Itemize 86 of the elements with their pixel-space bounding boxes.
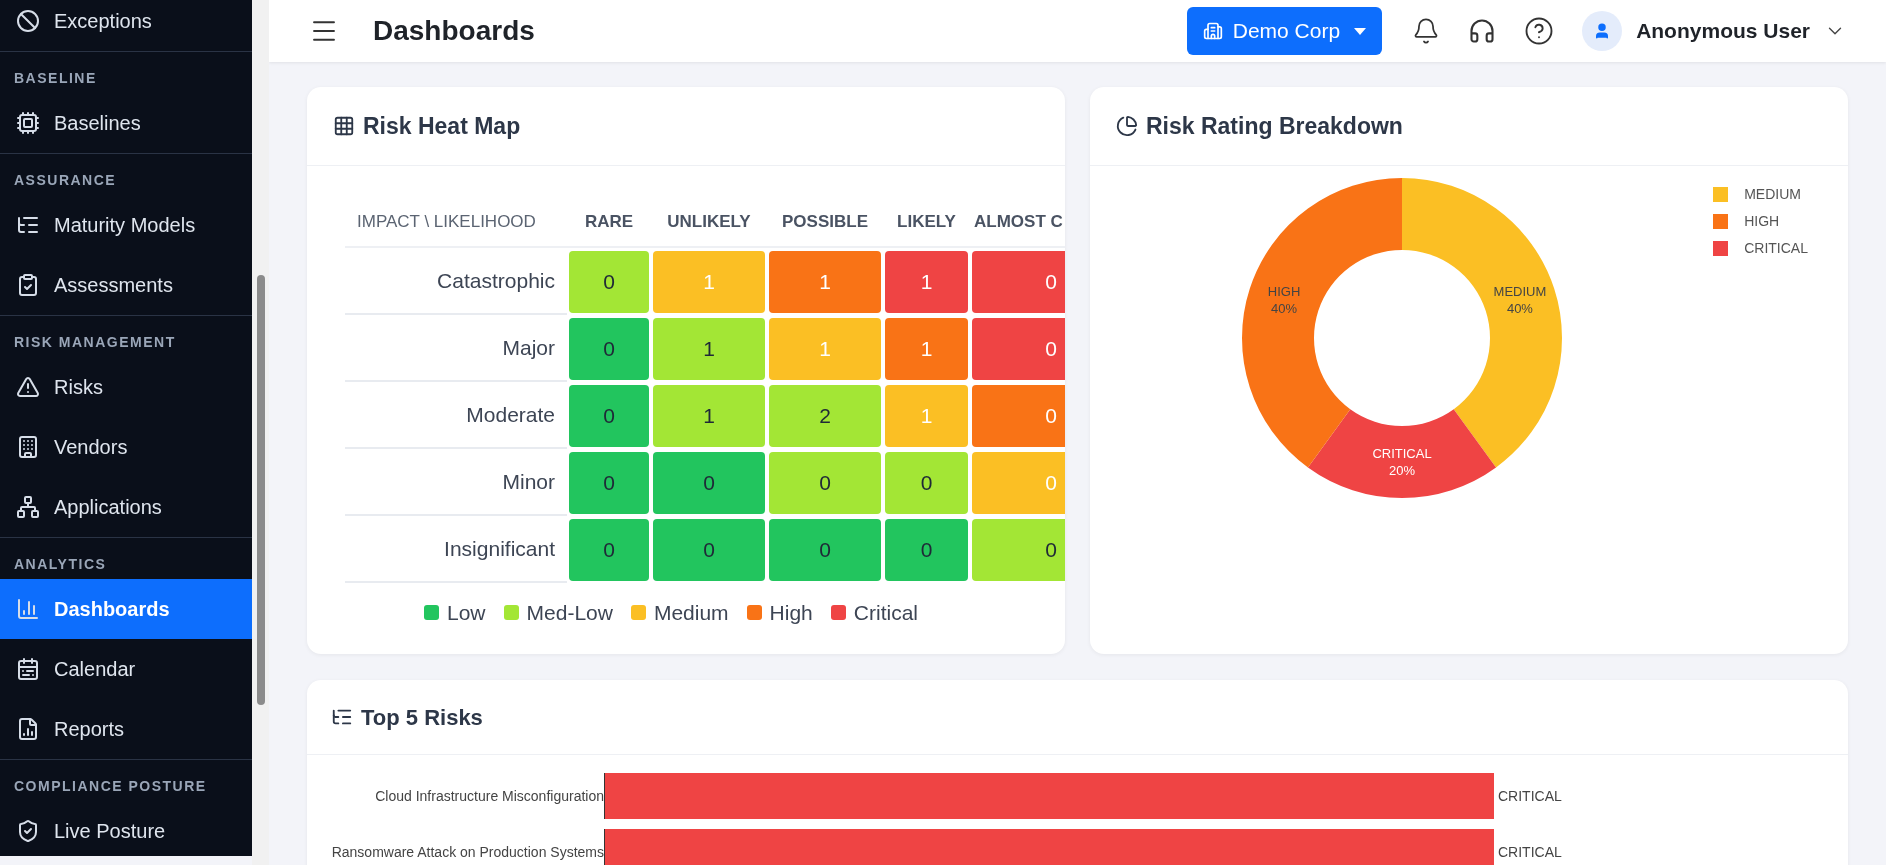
- section-heading: RISK MANAGEMENT: [13, 333, 177, 352]
- legend-label: High: [769, 600, 813, 626]
- clipboard-icon: [16, 273, 40, 297]
- heat-map-cell[interactable]: 0: [972, 250, 1065, 313]
- section-heading: ASSURANCE: [13, 171, 118, 190]
- sidebar-item[interactable]: Baselines: [0, 93, 252, 153]
- sidebar-item[interactable]: Calendar: [0, 639, 252, 699]
- shield-icon: [16, 819, 40, 843]
- heat-map-cell[interactable]: 0: [569, 317, 649, 380]
- sidebar-item[interactable]: Reports: [0, 699, 252, 759]
- help-icon[interactable]: [1524, 16, 1555, 46]
- calendar-icon: [16, 657, 40, 681]
- column-header: UNLIKELY: [666, 210, 752, 233]
- scrollbar[interactable]: [252, 0, 269, 865]
- legend-label: Critical: [853, 600, 918, 626]
- sidebar-item[interactable]: Live Posture: [0, 801, 252, 856]
- legend-label: CRITICAL: [1744, 239, 1808, 258]
- bar-value-label: CRITICAL: [1497, 842, 1562, 862]
- heat-map-cell[interactable]: 0: [653, 518, 765, 581]
- slice-label: CRITICAL 20%: [1372, 446, 1432, 478]
- card-title: Risk Rating Breakdown: [1146, 111, 1403, 141]
- column-header: IMPACT \ LIKELIHOOD: [356, 210, 537, 233]
- user-name[interactable]: Anonymous User: [1636, 15, 1810, 47]
- heat-map-cell[interactable]: 0: [769, 451, 881, 514]
- headset-icon[interactable]: [1468, 17, 1497, 45]
- bar-chart-icon: [16, 597, 40, 621]
- caret-icon: [1354, 27, 1367, 35]
- grid-icon: [333, 115, 355, 137]
- legend-label: Medium: [653, 600, 729, 626]
- bar-value-label: CRITICAL: [1497, 786, 1562, 806]
- sidebar-item[interactable]: Assessments: [0, 255, 252, 315]
- heat-map-cell[interactable]: 0: [569, 451, 649, 514]
- sidebar-item[interactable]: Maturity Models: [0, 195, 252, 255]
- slice-label: MEDIUM 40%: [1493, 283, 1547, 316]
- heat-map-cell[interactable]: 0: [972, 518, 1065, 581]
- column-header: POSSIBLE: [781, 210, 869, 233]
- page-title: Dashboards: [373, 14, 535, 48]
- row-header: Major: [345, 315, 567, 382]
- legend-label: Med-Low: [526, 600, 613, 626]
- sitemap-icon: [16, 495, 40, 519]
- sidebar-item[interactable]: Risks: [0, 357, 252, 417]
- sidebar-item[interactable]: Dashboards: [0, 579, 252, 639]
- bar-label: Cloud Infrastructure Misconfiguration: [374, 786, 604, 806]
- slash-circle-icon: [16, 9, 40, 33]
- heat-map-cell[interactable]: 0: [885, 451, 968, 514]
- row-header: Insignificant: [345, 516, 567, 583]
- avatar[interactable]: [1582, 11, 1623, 51]
- row-header: Moderate: [345, 382, 567, 449]
- heat-map-cell[interactable]: 2: [769, 384, 881, 447]
- row-header: Minor: [345, 449, 567, 516]
- legend-label: Low: [447, 600, 486, 626]
- heat-map-cell[interactable]: 1: [885, 250, 968, 313]
- heat-map-cell[interactable]: 0: [653, 451, 765, 514]
- warning-icon: [16, 375, 40, 399]
- bar-label: Ransomware Attack on Production Systems: [330, 842, 604, 862]
- heat-map-cell[interactable]: 1: [653, 384, 765, 447]
- donut-slice[interactable]: [1307, 409, 1497, 498]
- organization-button[interactable]: Demo Corp: [1186, 7, 1383, 55]
- heat-map-cell[interactable]: 0: [972, 317, 1065, 380]
- legend-label: HIGH: [1744, 212, 1780, 231]
- building-icon: [16, 435, 40, 459]
- column-header: LIKELY: [896, 210, 957, 233]
- pie-chart-icon: [1116, 115, 1138, 137]
- section-heading: COMPLIANCE POSTURE: [13, 777, 208, 796]
- column-header: RARE: [583, 210, 635, 233]
- sidebar-item[interactable]: Applications: [0, 477, 252, 537]
- heat-map-cell[interactable]: 0: [569, 518, 649, 581]
- sidebar-item[interactable]: Vendors: [0, 417, 252, 477]
- row-header: Catastrophic: [345, 248, 567, 315]
- legend-label: MEDIUM: [1744, 185, 1801, 204]
- card-title: Risk Heat Map: [363, 111, 521, 141]
- heat-map-cell[interactable]: 0: [885, 518, 968, 581]
- heat-map-cell[interactable]: 0: [569, 250, 649, 313]
- scrollbar-thumb[interactable]: [256, 275, 265, 705]
- section-heading: BASELINE: [13, 69, 98, 88]
- slice-label: HIGH 40%: [1267, 283, 1301, 316]
- section-heading: ANALYTICS: [13, 555, 108, 574]
- heat-map-cell[interactable]: 0: [569, 384, 649, 447]
- report-icon: [16, 717, 40, 741]
- column-header: ALMOST C: [973, 210, 1064, 233]
- sidebar-item[interactable]: Exceptions: [0, 0, 252, 51]
- building-icon: [1202, 21, 1223, 41]
- chip-icon: [16, 111, 40, 135]
- heat-map-cell[interactable]: 1: [653, 317, 765, 380]
- heat-map-cell[interactable]: 0: [769, 518, 881, 581]
- card-title: Top 5 Risks: [361, 703, 483, 732]
